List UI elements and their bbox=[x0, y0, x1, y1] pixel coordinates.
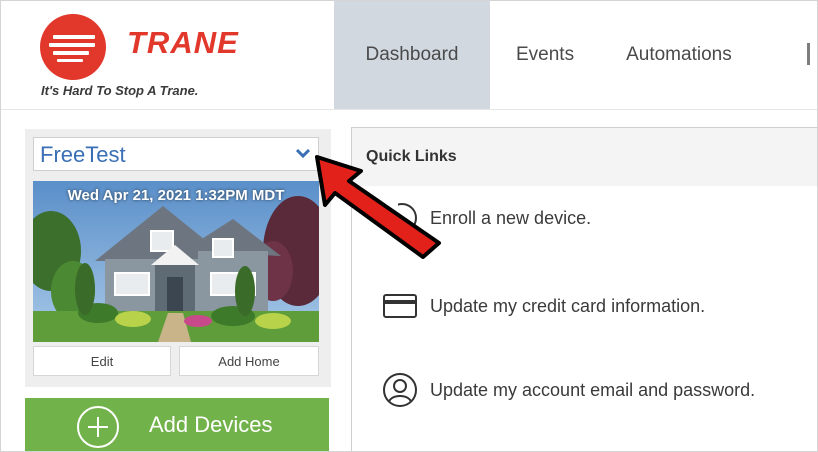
add-devices-label: Add Devices bbox=[149, 412, 273, 437]
user-account-icon bbox=[383, 373, 417, 407]
home-select-value: FreeTest bbox=[40, 142, 126, 167]
app-window: TRANE It's Hard To Stop A Trane. Dashboa… bbox=[0, 0, 818, 452]
edit-home-button[interactable]: Edit bbox=[33, 346, 171, 376]
house-image bbox=[33, 181, 319, 342]
credit-card-icon bbox=[383, 294, 417, 318]
quick-link-label: Update my account email and password. bbox=[430, 379, 756, 400]
chevron-down-icon bbox=[295, 148, 311, 159]
quick-link-credit-card[interactable]: Update my credit card information. bbox=[382, 288, 705, 324]
home-panel: FreeTest Wed Apr 21, 2021 1:32PM MDT Edi… bbox=[25, 129, 331, 387]
tab-dashboard[interactable]: Dashboard bbox=[334, 1, 490, 109]
tab-automations[interactable]: Automations bbox=[600, 1, 758, 109]
plus-circle-icon bbox=[77, 406, 119, 448]
tab-events[interactable]: Events bbox=[490, 1, 600, 109]
quick-link-label: Update my credit card information. bbox=[430, 295, 706, 316]
quick-link-label: Enroll a new device. bbox=[430, 207, 592, 228]
brand-tagline: It's Hard To Stop A Trane. bbox=[41, 83, 199, 98]
header: TRANE It's Hard To Stop A Trane. Dashboa… bbox=[1, 1, 817, 109]
add-home-button[interactable]: Add Home bbox=[179, 346, 319, 376]
add-devices-button[interactable]: Add Devices bbox=[25, 398, 329, 451]
trane-logo[interactable]: TRANE It's Hard To Stop A Trane. bbox=[37, 11, 257, 103]
trane-circle-logo-icon bbox=[40, 14, 106, 80]
main-nav: Dashboard Events Automations bbox=[334, 1, 758, 109]
home-select[interactable]: FreeTest bbox=[33, 137, 319, 171]
red-arrow-annotation-icon bbox=[315, 155, 441, 259]
quick-link-account[interactable]: Update my account email and password. bbox=[382, 372, 755, 408]
header-divider bbox=[1, 109, 817, 110]
trane-wordmark: TRANE bbox=[127, 25, 239, 60]
tab-overflow-edge[interactable] bbox=[807, 43, 810, 65]
home-photo: Wed Apr 21, 2021 1:32PM MDT bbox=[33, 181, 319, 342]
home-datetime: Wed Apr 21, 2021 1:32PM MDT bbox=[67, 187, 285, 204]
